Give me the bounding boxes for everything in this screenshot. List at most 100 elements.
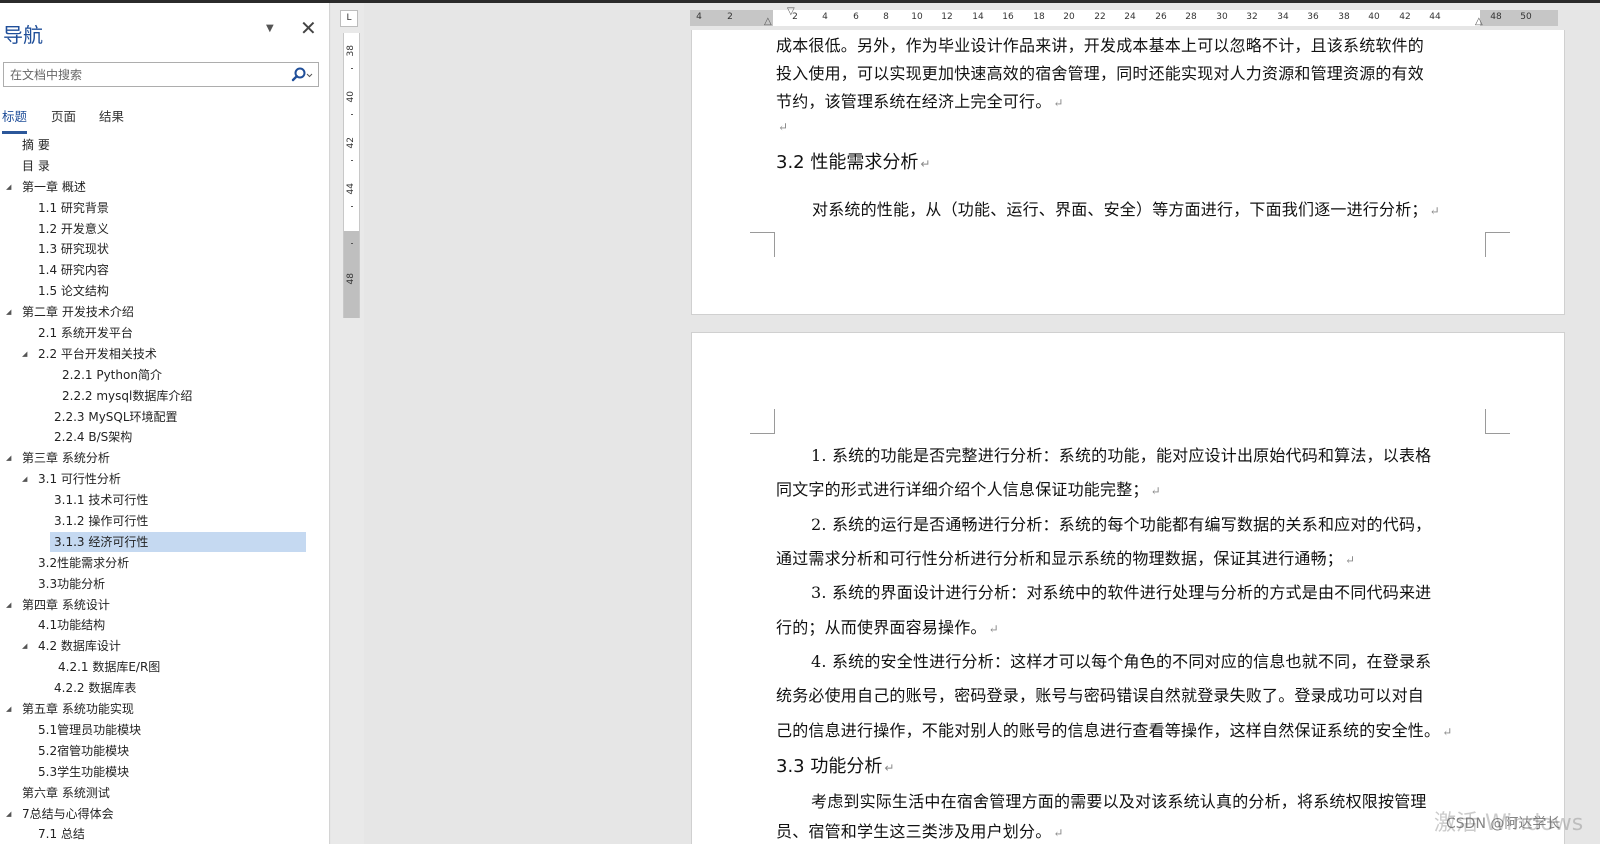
collapse-triangle-icon[interactable]: ◢ <box>6 595 16 616</box>
list-item-line[interactable]: 3. 系统的界面设计进行分析：对系统中的软件进行处理与分析的方式是由不同代码来进 <box>811 579 1431 603</box>
heading-3-2[interactable]: 3.2 性能需求分析 ↵ <box>776 148 930 174</box>
tab-results[interactable]: 结果 <box>99 106 124 125</box>
tab-pages[interactable]: 页面 <box>51 106 76 125</box>
ruler-number: 28 <box>1185 12 1197 22</box>
nav-heading-item[interactable]: 1.5 论文结构 <box>0 281 310 302</box>
collapse-triangle-icon[interactable]: ◢ <box>6 302 16 323</box>
body-text-line[interactable]: 对系统的性能，从（功能、运行、界面、安全）等方面进行，下面我们逐一进行分析； ↵ <box>812 196 1440 220</box>
nav-heading-item[interactable]: 1.1 研究背景 <box>0 198 310 219</box>
nav-heading-label: 摘 要 <box>22 138 50 152</box>
nav-heading-label: 1.2 开发意义 <box>38 221 109 236</box>
nav-heading-item[interactable]: ◢ 第五章 系统功能实现 <box>0 699 310 720</box>
nav-heading-item[interactable]: 2.1 系统开发平台 <box>0 323 310 344</box>
document-page-2[interactable]: 1. 系统的功能是否完整进行分析：系统的功能，能对应设计出原始代码和算法，以表格… <box>691 332 1565 844</box>
ruler-tick <box>351 243 353 244</box>
list-item-line[interactable]: 行的；从而使界面容易操作。 ↵ <box>776 614 999 638</box>
body-text-line[interactable]: 成本很低。另外，作为毕业设计作品来讲，开发成本基本上可以忽略不计，且该系统软件的 <box>776 32 1424 56</box>
body-text-line[interactable]: 投入使用，可以实现更加快速高效的宿舍管理，同时还能实现对人力资源和管理资源的有效 <box>776 60 1424 84</box>
nav-pane-title: 导航 <box>3 23 43 47</box>
nav-heading-label: 1.3 研究现状 <box>38 242 109 257</box>
body-text-line[interactable]: ↵ <box>776 116 788 135</box>
collapse-triangle-icon[interactable]: ◢ <box>6 448 16 469</box>
collapse-triangle-icon[interactable]: ◢ <box>22 636 32 657</box>
list-item-line[interactable]: 4. 系统的安全性进行分析：这样才可以每个角色的不同对应的信息也就不同，在登录系 <box>811 648 1431 672</box>
nav-heading-item[interactable]: 5.3学生功能模块 <box>0 762 310 783</box>
nav-heading-item[interactable]: ◢ 第四章 系统设计 <box>0 595 310 616</box>
nav-heading-item[interactable]: ◢ 2.2 平台开发相关技术 <box>0 344 310 365</box>
tab-headings[interactable]: 标题 <box>2 106 28 134</box>
collapse-triangle-icon[interactable]: ◢ <box>6 177 16 198</box>
collapse-triangle-icon[interactable]: ◢ <box>22 469 32 490</box>
nav-heading-item[interactable]: 摘 要 <box>0 135 310 156</box>
list-item-line[interactable]: 己的信息进行操作，不能对别人的账号的信息进行查看等操作，这样自然保证系统的安全性… <box>776 717 1452 741</box>
hanging-indent-marker[interactable]: △ <box>764 17 772 27</box>
list-item-line[interactable]: 2. 系统的运行是否通畅进行分析：系统的每个功能都有编写数据的关系和应对的代码， <box>811 511 1431 535</box>
nav-heading-label: 5.2宿管功能模块 <box>38 743 130 758</box>
body-text-line[interactable]: 考虑到实际生活中在宿舍管理方面的需要以及对该系统认真的分析，将系统权限按管理 <box>811 788 1427 812</box>
nav-heading-item[interactable]: 目 录 <box>0 156 310 177</box>
paragraph-mark: ↵ <box>1429 204 1440 218</box>
nav-heading-item[interactable]: 2.2.3 MySQL环境配置 <box>0 407 310 428</box>
list-item-line[interactable]: 同文字的形式进行详细介绍个人信息保证功能完整； ↵ <box>776 476 1161 500</box>
ruler-number: 10 <box>911 12 923 22</box>
nav-heading-item[interactable]: 7.1 总结 <box>0 824 310 844</box>
nav-heading-item[interactable]: 3.1.3 经济可行性 <box>0 531 310 553</box>
ruler-number: 50 <box>1520 12 1532 22</box>
nav-heading-item[interactable]: 5.1管理员功能模块 <box>0 720 310 741</box>
nav-heading-item[interactable]: 3.1.1 技术可行性 <box>0 490 310 511</box>
nav-heading-item[interactable]: 4.1功能结构 <box>0 615 310 636</box>
ruler-tick <box>351 114 353 115</box>
collapse-triangle-icon[interactable]: ◢ <box>22 344 32 365</box>
nav-heading-label: 3.1.1 技术可行性 <box>54 493 149 508</box>
nav-heading-item[interactable]: 2.2.2 mysql数据库介绍 <box>0 386 310 407</box>
nav-heading-item[interactable]: 4.2.2 数据库表 <box>0 678 310 699</box>
list-item-line[interactable]: 1. 系统的功能是否完整进行分析：系统的功能，能对应设计出原始代码和算法，以表格 <box>811 442 1431 466</box>
nav-heading-label: 1.5 论文结构 <box>38 284 109 299</box>
nav-heading-item[interactable]: 1.3 研究现状 <box>0 239 310 260</box>
nav-options-dropdown-icon[interactable]: ▼ <box>266 23 274 34</box>
body-text-line[interactable]: 节约，该管理系统在经济上完全可行。 ↵ <box>776 88 1064 112</box>
nav-close-icon[interactable]: ✕ <box>300 16 317 40</box>
nav-heading-label: 2.2.3 MySQL环境配置 <box>54 409 178 424</box>
document-page-1[interactable]: 成本很低。另外，作为毕业设计作品来讲，开发成本基本上可以忽略不计，且该系统软件的… <box>691 30 1565 315</box>
nav-heading-item[interactable]: 2.2.4 B/S架构 <box>0 427 310 448</box>
nav-heading-label: 第四章 系统设计 <box>22 597 110 612</box>
nav-heading-item[interactable]: ◢ 第三章 系统分析 <box>0 448 310 469</box>
nav-heading-label: 4.2.2 数据库表 <box>54 681 137 696</box>
paragraph-mark: ↵ <box>778 120 789 134</box>
nav-heading-item[interactable]: ◢ 4.2 数据库设计 <box>0 636 310 657</box>
body-text-line[interactable]: 员、宿管和学生这三类涉及用户划分。 ↵ <box>776 818 1064 842</box>
paragraph-mark: ↵ <box>884 761 895 775</box>
nav-heading-item[interactable]: ◢ 7总结与心得体会 <box>0 804 310 825</box>
list-item-line[interactable]: 通过需求分析和可行性分析进行分析和显示系统的物理数据，保证其进行通畅； ↵ <box>776 545 1355 569</box>
ruler-number: 36 <box>1307 12 1319 22</box>
nav-heading-item[interactable]: 4.2.1 数据库E/R图 <box>0 657 310 678</box>
tab-selector-button[interactable]: L <box>340 10 358 27</box>
nav-heading-item[interactable]: 第六章 系统测试 <box>0 783 310 804</box>
nav-heading-label: 3.1 可行性分析 <box>38 472 121 487</box>
list-item-line[interactable]: 统务必使用自己的账号，密码登录，账号与密码错误自然就登录失败了。登录成功可以对自 <box>776 682 1424 706</box>
vertical-ruler[interactable]: 38 40 42 44 48 <box>343 33 360 318</box>
search-icon[interactable] <box>290 66 314 84</box>
nav-heading-item[interactable]: ◢ 3.1 可行性分析 <box>0 469 310 490</box>
nav-heading-item[interactable]: 1.4 研究内容 <box>0 260 310 281</box>
horizontal-ruler[interactable]: ▽ △ △ 4 2 2 4 6 8 10 12 14 16 18 20 22 24 26 28 30 32 34 36… <box>690 7 1558 27</box>
collapse-triangle-icon[interactable]: ◢ <box>6 804 16 825</box>
right-indent-marker[interactable]: △ <box>1475 17 1483 27</box>
ruler-tick <box>351 160 353 161</box>
collapse-triangle-icon[interactable]: ◢ <box>6 699 16 720</box>
ruler-tick <box>351 206 353 207</box>
nav-heading-item[interactable]: 3.3功能分析 <box>0 574 310 595</box>
nav-heading-item[interactable]: ◢ 第二章 开发技术介绍 <box>0 302 310 323</box>
crop-mark <box>1485 232 1510 257</box>
nav-heading-item[interactable]: 3.1.2 操作可行性 <box>0 511 310 532</box>
nav-heading-item[interactable]: ◢ 第一章 概述 <box>0 177 310 198</box>
nav-search-input[interactable] <box>4 63 279 86</box>
nav-heading-item[interactable]: 1.2 开发意义 <box>0 219 310 240</box>
ruler-number: 48 <box>1490 12 1502 22</box>
nav-heading-label: 3.2性能需求分析 <box>38 555 130 570</box>
nav-heading-item[interactable]: 5.2宿管功能模块 <box>0 741 310 762</box>
heading-3-3[interactable]: 3.3 功能分析 ↵ <box>776 752 894 778</box>
nav-heading-item[interactable]: 3.2性能需求分析 <box>0 553 310 574</box>
nav-heading-item[interactable]: 2.2.1 Python简介 <box>0 365 310 386</box>
